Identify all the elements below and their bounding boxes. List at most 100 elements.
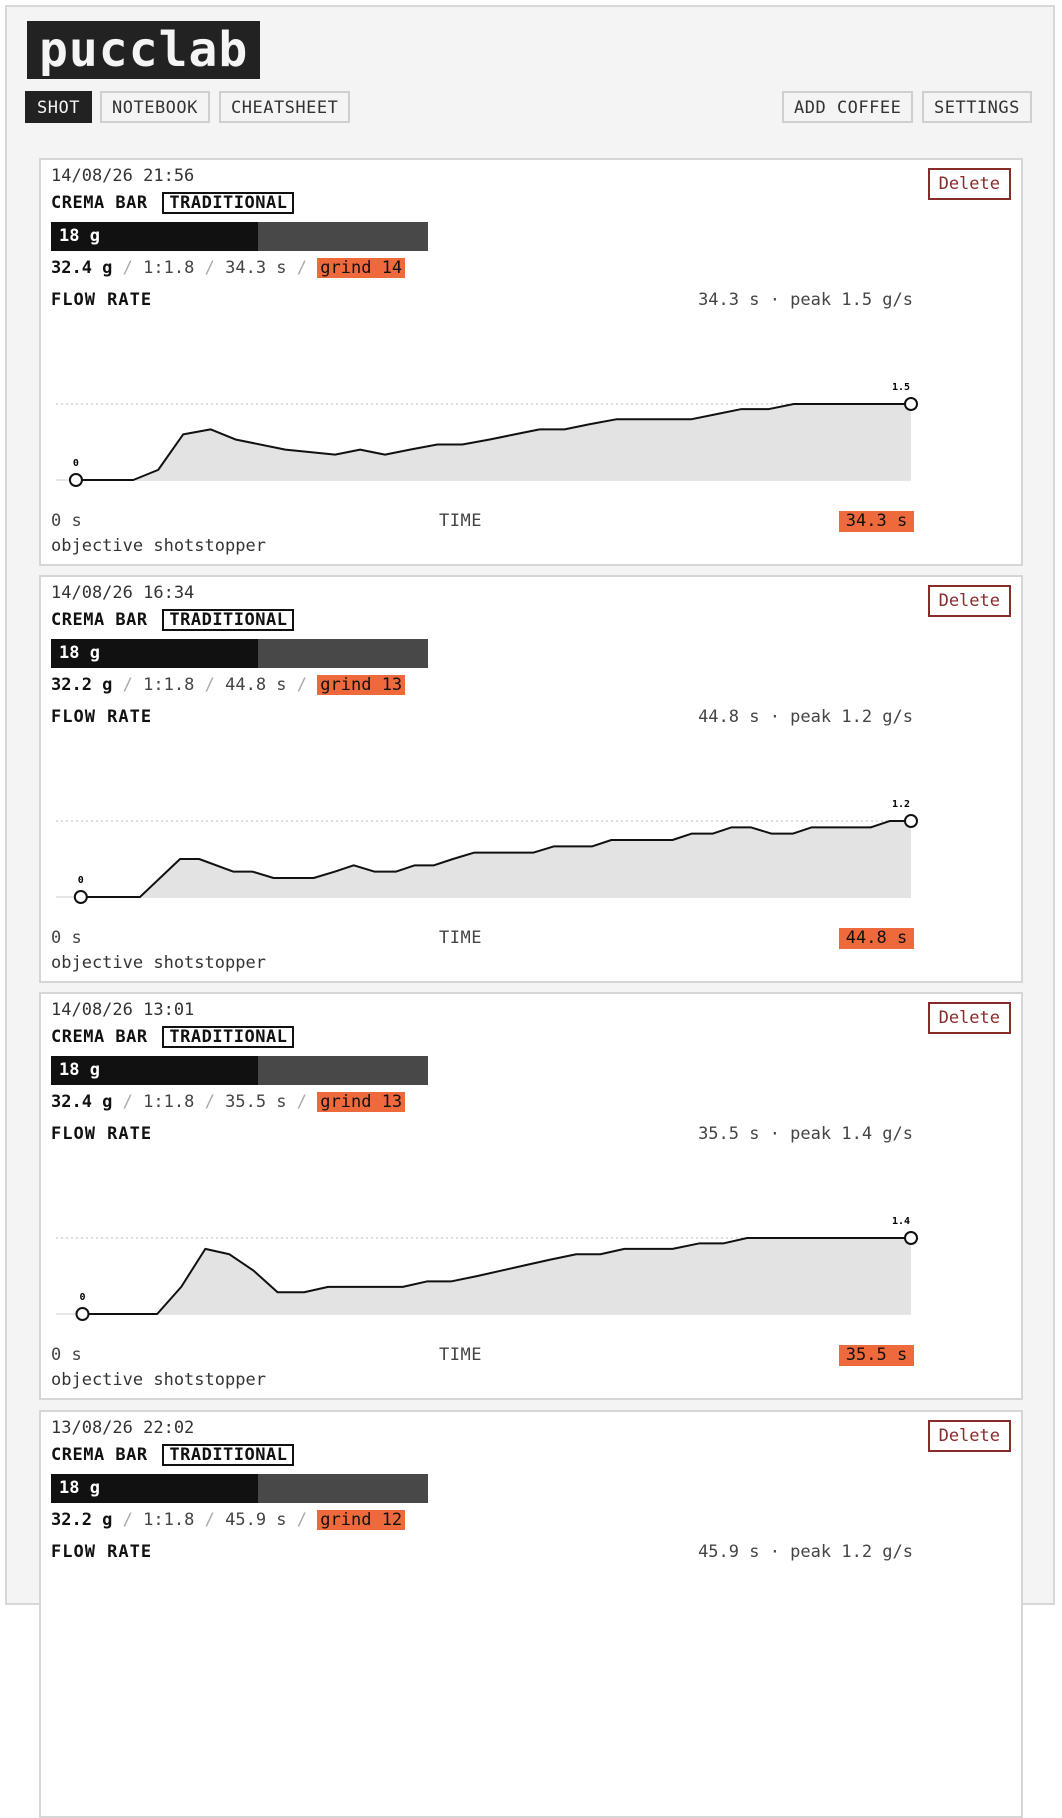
axis-start-label: 0 s: [51, 1345, 82, 1365]
delete-button[interactable]: Delete: [927, 1420, 1011, 1452]
dose-value: 18 g: [59, 226, 100, 246]
nav-tab-shot[interactable]: SHOT: [25, 91, 92, 123]
shot-notes: objective shotstopper: [51, 953, 266, 973]
shot-card: 14/08/26 16:34 Delete CREMA BAR TRADITIO…: [39, 575, 1023, 983]
axis-end-label: 44.8 s: [839, 928, 914, 949]
axis-end-label: 34.3 s: [839, 511, 914, 532]
nav-tab-cheatsheet[interactable]: CHEATSHEET: [219, 91, 351, 123]
chart-title: FLOW RATE: [51, 1542, 153, 1562]
coffee-name: CREMA BAR: [51, 1027, 148, 1047]
time-value: 35.5 s: [225, 1092, 287, 1112]
start-value-label: 0: [73, 458, 79, 469]
time-value: 45.9 s: [225, 1510, 287, 1530]
peak-value-label: 1.2: [892, 799, 910, 810]
start-value-label: 0: [78, 875, 84, 886]
end-point: [904, 397, 918, 411]
separator: /: [296, 258, 308, 278]
flow-area: [75, 404, 911, 480]
dose-fill: 18 g: [51, 1474, 259, 1503]
flow-rate-chart: 01.4: [56, 1216, 918, 1321]
dose-fill: 18 g: [51, 222, 259, 251]
flow-area: [80, 821, 911, 897]
grind-badge: grind 13: [317, 1092, 406, 1112]
ratio-value: 1:1.8: [143, 1092, 195, 1112]
shot-stats: 32.4 g / 1:1.8 / 34.3 s / grind 14: [51, 258, 406, 278]
shot-card: 14/08/26 21:56 Delete CREMA BAR TRADITIO…: [39, 158, 1023, 566]
separator: /: [296, 675, 308, 695]
coffee-name: CREMA BAR: [51, 610, 148, 630]
yield-value: 32.4 g: [51, 1092, 113, 1112]
separator: /: [204, 1510, 215, 1530]
ratio-value: 1:1.8: [143, 1510, 195, 1530]
axis-end-label: 35.5 s: [839, 1345, 914, 1366]
shot-card: 13/08/26 22:02 Delete CREMA BAR TRADITIO…: [39, 1410, 1023, 1818]
app-logo: pucclab: [27, 21, 261, 79]
separator: /: [296, 1510, 308, 1530]
yield-value: 32.2 g: [51, 675, 113, 695]
dose-value: 18 g: [59, 1478, 100, 1498]
delete-button[interactable]: Delete: [927, 1002, 1011, 1034]
coffee-line: CREMA BAR TRADITIONAL: [51, 1026, 295, 1048]
dose-bar: 18 g: [51, 1474, 428, 1503]
coffee-name: CREMA BAR: [51, 1445, 148, 1465]
yield-value: 32.4 g: [51, 258, 113, 278]
start-value-label: 0: [79, 1292, 85, 1303]
shot-stats: 32.2 g / 1:1.8 / 45.9 s / grind 12: [51, 1510, 406, 1530]
time-value: 44.8 s: [225, 675, 287, 695]
dose-bar: 18 g: [51, 639, 428, 668]
dose-value: 18 g: [59, 643, 100, 663]
start-point: [75, 1307, 90, 1321]
shot-date: 13/08/26 22:02: [51, 1418, 195, 1438]
start-point: [73, 890, 88, 904]
shot-date: 14/08/26 16:34: [51, 583, 195, 603]
time-value: 34.3 s: [225, 258, 287, 278]
flow-rate-chart: 01.5: [56, 382, 918, 487]
grind-badge: grind 13: [317, 675, 406, 695]
dose-fill: 18 g: [51, 1056, 259, 1085]
axis-label: TIME: [439, 511, 482, 531]
shot-notes: objective shotstopper: [51, 1370, 266, 1390]
chart-summary: 44.8 s · peak 1.2 g/s: [698, 707, 913, 727]
coffee-line: CREMA BAR TRADITIONAL: [51, 192, 295, 214]
axis-label: TIME: [439, 928, 482, 948]
separator: /: [122, 675, 133, 695]
style-tag: TRADITIONAL: [162, 1444, 295, 1466]
style-tag: TRADITIONAL: [162, 192, 295, 214]
peak-value-label: 1.5: [892, 382, 910, 393]
chart-summary: 34.3 s · peak 1.5 g/s: [698, 290, 913, 310]
delete-button[interactable]: Delete: [927, 585, 1011, 617]
app-frame: pucclab SHOT NOTEBOOK CHEATSHEET ADD COF…: [5, 5, 1055, 1818]
add-coffee-button[interactable]: ADD COFFEE: [782, 91, 914, 123]
axis-label: TIME: [439, 1345, 482, 1365]
chart-summary: 45.9 s · peak 1.2 g/s: [698, 1542, 913, 1562]
nav-tab-notebook[interactable]: NOTEBOOK: [100, 91, 210, 123]
style-tag: TRADITIONAL: [162, 609, 295, 631]
flow-rate-chart: 01.2: [56, 799, 918, 904]
ratio-value: 1:1.8: [143, 258, 195, 278]
style-tag: TRADITIONAL: [162, 1026, 295, 1048]
axis-start-label: 0 s: [51, 511, 82, 531]
dose-value: 18 g: [59, 1060, 100, 1080]
start-point: [68, 473, 83, 487]
separator: /: [204, 258, 215, 278]
separator: /: [204, 1092, 215, 1112]
dose-bar: 18 g: [51, 1056, 428, 1085]
shot-stats: 32.4 g / 1:1.8 / 35.5 s / grind 13: [51, 1092, 406, 1112]
chart-title: FLOW RATE: [51, 707, 153, 727]
peak-value-label: 1.4: [892, 1216, 910, 1227]
delete-button[interactable]: Delete: [927, 168, 1011, 200]
coffee-line: CREMA BAR TRADITIONAL: [51, 1444, 295, 1466]
shot-card: 14/08/26 13:01 Delete CREMA BAR TRADITIO…: [39, 992, 1023, 1400]
ratio-value: 1:1.8: [143, 675, 195, 695]
shot-notes: objective shotstopper: [51, 536, 266, 556]
separator: /: [204, 675, 215, 695]
dose-fill: 18 g: [51, 639, 259, 668]
shot-stats: 32.2 g / 1:1.8 / 44.8 s / grind 13: [51, 675, 406, 695]
coffee-line: CREMA BAR TRADITIONAL: [51, 609, 295, 631]
separator: /: [296, 1092, 308, 1112]
yield-value: 32.2 g: [51, 1510, 113, 1530]
axis-start-label: 0 s: [51, 928, 82, 948]
settings-button[interactable]: SETTINGS: [922, 91, 1032, 123]
shot-date: 14/08/26 13:01: [51, 1000, 195, 1020]
end-point: [904, 814, 918, 828]
